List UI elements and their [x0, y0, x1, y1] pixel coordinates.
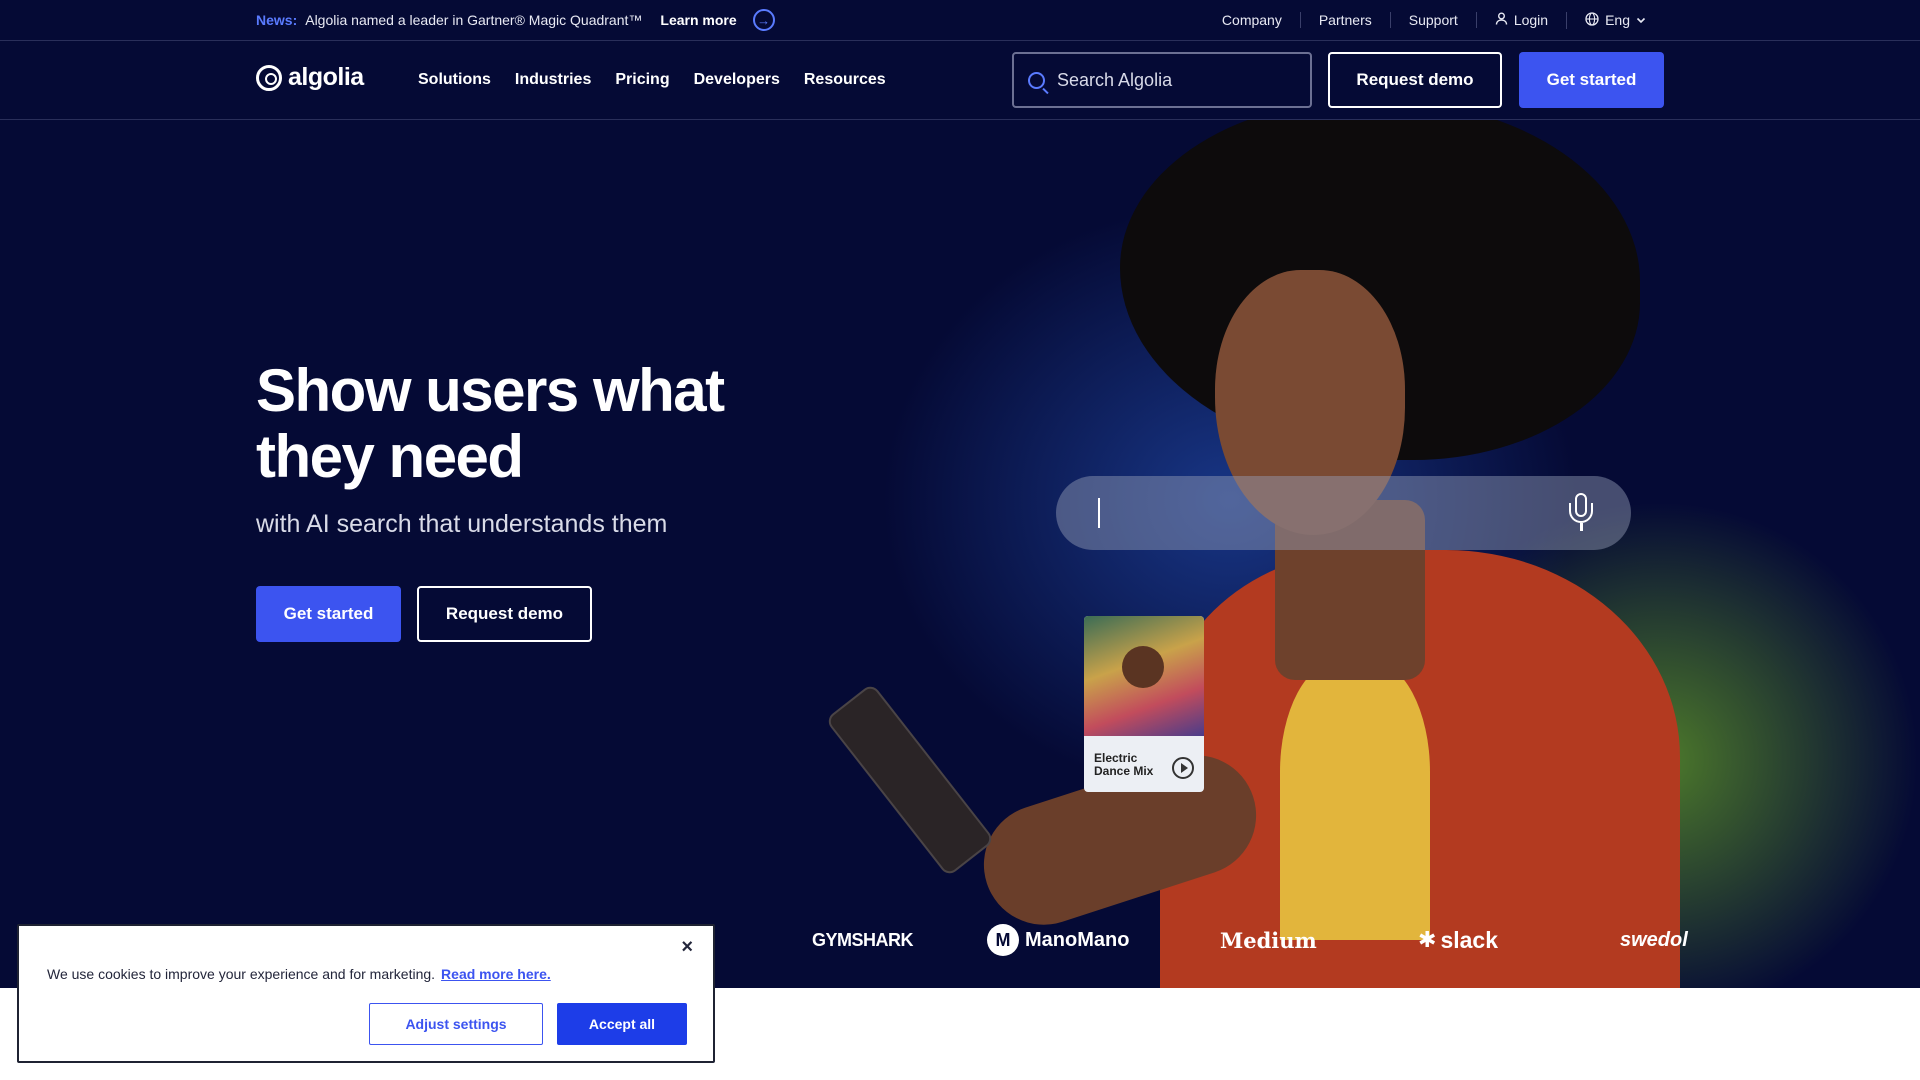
- nav-item-solutions[interactable]: Solutions: [418, 71, 491, 89]
- news-bar: News: Algolia named a leader in Gartner®…: [0, 0, 1920, 41]
- utility-nav: Company Partners Support Login Eng: [1204, 0, 1664, 40]
- hero-title: Show users what they need: [256, 357, 725, 490]
- nav-item-industries[interactable]: Industries: [515, 71, 591, 89]
- music-card-title: Electric Dance Mix: [1094, 751, 1154, 778]
- person-top: [1280, 660, 1430, 940]
- main-nav: algolia Solutions Industries Pricing Dev…: [0, 41, 1920, 120]
- learn-more-link[interactable]: Learn more: [660, 12, 736, 28]
- medium-logo: Medium: [1220, 910, 1317, 970]
- swedol-logo: swedol: [1620, 910, 1688, 970]
- text-caret: [1098, 498, 1100, 528]
- news-tag: News:: [256, 12, 298, 28]
- hero-section: Show users what they need with AI search…: [0, 120, 1920, 988]
- search-icon: [1028, 71, 1045, 89]
- manomano-logo: M ManoMano: [987, 910, 1129, 970]
- microphone-icon: [1567, 493, 1595, 533]
- slack-logo: ✱ slack: [1418, 910, 1498, 970]
- slack-icon: ✱: [1418, 927, 1437, 952]
- arrow-right-circle-icon[interactable]: →: [752, 9, 775, 31]
- medium-logo-text: Medium: [1220, 927, 1317, 953]
- accept-all-button[interactable]: Accept all: [557, 1003, 687, 1045]
- news-announcement: News: Algolia named a leader in Gartner®…: [256, 0, 775, 40]
- swedol-logo-text: swedol: [1620, 928, 1688, 951]
- close-icon[interactable]: ×: [681, 936, 693, 959]
- hero-subtitle: with AI search that understands them: [256, 510, 668, 538]
- nav-item-resources[interactable]: Resources: [804, 71, 886, 89]
- news-text[interactable]: Algolia named a leader in Gartner® Magic…: [305, 12, 642, 28]
- gymshark-logo-text: GYMSHARK: [812, 929, 914, 950]
- manomano-logo-text: ManoMano: [1025, 928, 1130, 951]
- nav-menu: Solutions Industries Pricing Developers …: [418, 41, 886, 119]
- hero-search-bar: [1056, 476, 1631, 550]
- partners-link[interactable]: Partners: [1299, 12, 1390, 28]
- hero-request-demo-button[interactable]: Request demo: [417, 586, 592, 642]
- play-icon: [1172, 757, 1194, 779]
- algolia-logo[interactable]: algolia: [256, 63, 364, 92]
- logo-text: algolia: [288, 63, 364, 91]
- read-more-link[interactable]: Read more here.: [441, 966, 551, 982]
- cookie-text: We use cookies to improve your experienc…: [47, 966, 436, 982]
- gymshark-logo: GYMSHARK: [812, 910, 914, 970]
- get-started-button[interactable]: Get started: [1519, 52, 1664, 108]
- album-art: [1084, 616, 1204, 736]
- music-card: Electric Dance Mix: [1084, 616, 1204, 792]
- manomano-icon: M: [987, 924, 1019, 956]
- search-input[interactable]: Search Algolia: [1012, 52, 1312, 108]
- slack-logo-text: slack: [1440, 926, 1498, 953]
- globe-icon: [1585, 11, 1599, 29]
- language-label: Eng: [1605, 12, 1630, 28]
- nav-item-pricing[interactable]: Pricing: [615, 71, 669, 89]
- cookie-message: We use cookies to improve your experienc…: [47, 966, 551, 982]
- chevron-down-icon: [1636, 12, 1646, 28]
- adjust-settings-button[interactable]: Adjust settings: [369, 1003, 543, 1045]
- support-link[interactable]: Support: [1389, 12, 1476, 28]
- nav-item-developers[interactable]: Developers: [694, 71, 780, 89]
- cookie-consent-dialog: × We use cookies to improve your experie…: [17, 924, 715, 1063]
- hero-get-started-button[interactable]: Get started: [256, 586, 401, 642]
- login-label: Login: [1513, 12, 1549, 28]
- login-link[interactable]: Login: [1475, 12, 1566, 28]
- language-selector[interactable]: Eng: [1566, 11, 1664, 29]
- user-icon: [1495, 12, 1508, 28]
- algolia-logo-icon: [256, 64, 282, 91]
- search-placeholder: Search Algolia: [1057, 69, 1173, 90]
- request-demo-button[interactable]: Request demo: [1328, 52, 1502, 108]
- company-link[interactable]: Company: [1204, 12, 1300, 28]
